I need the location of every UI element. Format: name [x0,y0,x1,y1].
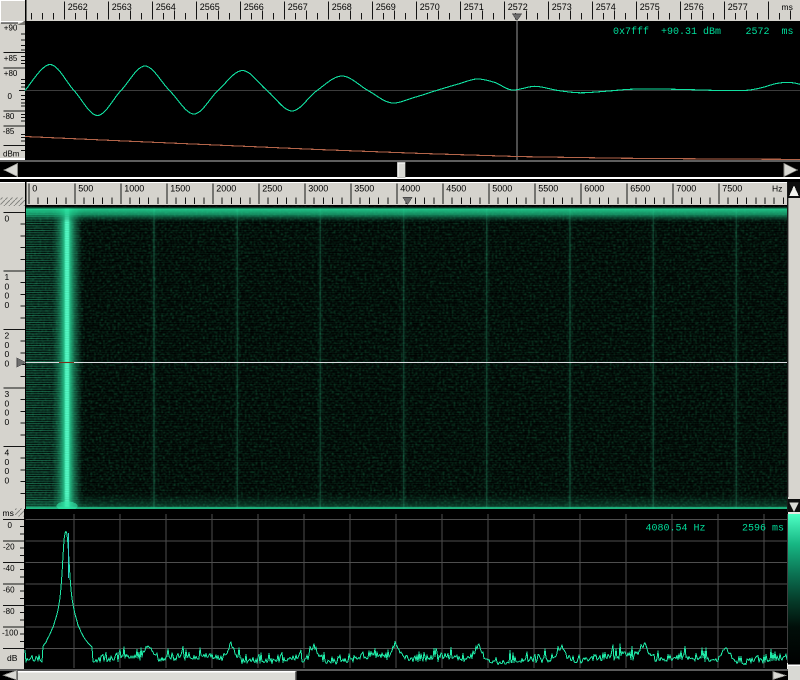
svg-text:-80: -80 [3,607,15,616]
svg-text:4000: 4000 [400,184,420,194]
svg-text:-60: -60 [3,586,15,595]
svg-text:4500: 4500 [446,184,466,194]
svg-text:3500: 3500 [354,184,374,194]
svg-text:2596 ms: 2596 ms [742,524,784,535]
svg-text:2568: 2568 [332,2,352,12]
svg-text:2574: 2574 [596,2,616,12]
svg-text:0: 0 [5,300,10,310]
svg-text:2000: 2000 [216,184,236,194]
svg-text:dB: dB [7,653,18,663]
svg-text:6000: 6000 [584,184,604,194]
svg-text:2563: 2563 [112,2,132,12]
svg-text:+85: +85 [4,54,18,63]
svg-text:3000: 3000 [308,184,328,194]
svg-text:2570: 2570 [420,2,440,12]
svg-text:2500: 2500 [262,184,282,194]
svg-text:-40: -40 [3,564,15,573]
svg-text:0: 0 [8,92,13,101]
svg-text:7500: 7500 [722,184,742,194]
svg-text:2565: 2565 [200,2,220,12]
svg-text:5500: 5500 [538,184,558,194]
svg-text:2569: 2569 [376,2,396,12]
svg-text:+90: +90 [4,23,18,32]
svg-text:6500: 6500 [630,184,650,194]
svg-text:2562: 2562 [68,2,88,12]
svg-text:2572: 2572 [508,2,528,12]
svg-text:Hz: Hz [772,184,782,194]
svg-text:-100: -100 [2,629,19,638]
svg-text:0x7fff +90.31 dBm: 0x7fff +90.31 dBm [613,26,721,38]
svg-text:4080.54 Hz: 4080.54 Hz [646,524,706,535]
svg-text:2566: 2566 [244,2,264,12]
svg-text:2567: 2567 [288,2,308,12]
svg-text:-85: -85 [3,127,15,136]
svg-text:0: 0 [8,521,13,530]
svg-text:ms: ms [3,508,14,518]
svg-text:1000: 1000 [124,184,144,194]
svg-text:5000: 5000 [492,184,512,194]
svg-text:2575: 2575 [640,2,660,12]
svg-text:0: 0 [32,184,37,194]
svg-text:1500: 1500 [170,184,190,194]
svg-text:0: 0 [5,214,10,224]
svg-text:2573: 2573 [552,2,572,12]
svg-text:500: 500 [78,184,93,194]
svg-text:dBm: dBm [3,150,20,159]
svg-text:-20: -20 [3,543,15,552]
svg-text:2572 ms: 2572 ms [746,27,794,38]
svg-text:2571: 2571 [464,2,484,12]
svg-text:7000: 7000 [676,184,696,194]
svg-text:2577: 2577 [728,2,748,12]
svg-text:+80: +80 [4,69,18,78]
svg-text:0: 0 [5,358,10,368]
svg-text:0: 0 [5,475,10,485]
svg-text:0: 0 [5,417,10,427]
svg-text:2576: 2576 [684,2,704,12]
svg-text:2564: 2564 [156,2,176,12]
svg-text:ms: ms [782,2,793,12]
svg-text:-80: -80 [3,112,15,121]
